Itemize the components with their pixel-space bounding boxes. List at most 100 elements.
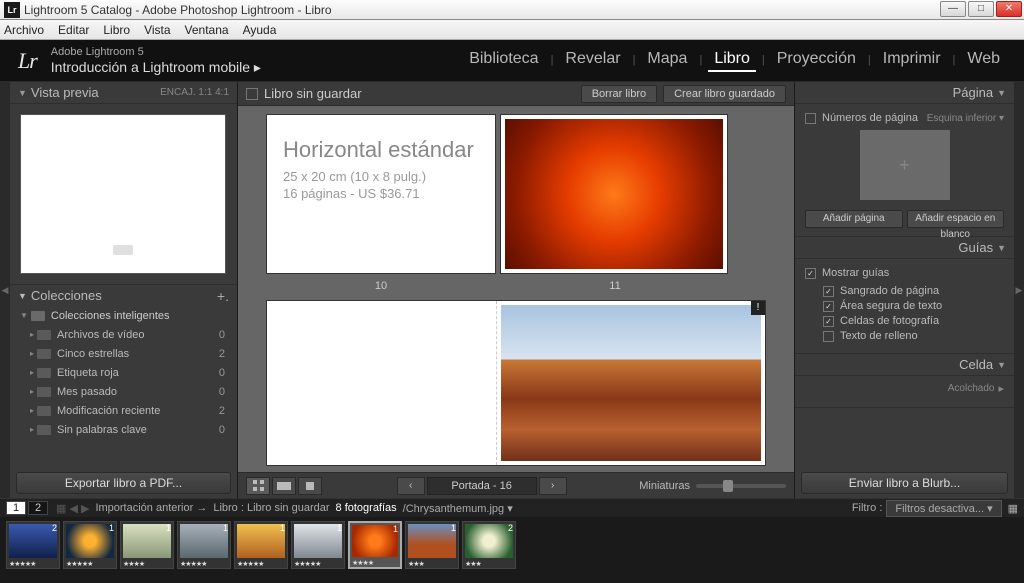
app-subhead: Adobe Lightroom 5 Introducción a Lightro… xyxy=(51,46,261,75)
add-page-button[interactable]: Añadir página xyxy=(805,210,903,228)
disclosure-icon: ▼ xyxy=(997,360,1006,370)
module-proyección[interactable]: Proyección xyxy=(771,50,862,68)
guide-option[interactable]: Área segura de texto xyxy=(823,300,1004,312)
warning-icon[interactable]: ! xyxy=(751,301,765,315)
collection-item[interactable]: ▸Modificación reciente2 xyxy=(16,401,231,420)
left-panel: ▼ Vista previa ENCAJ. 1:1 4:1 ▼ Coleccio… xyxy=(10,82,238,498)
module-mapa[interactable]: Mapa xyxy=(641,50,693,68)
add-blank-button[interactable]: Añadir espacio en blanco xyxy=(907,210,1005,228)
page-panel-header[interactable]: Página ▼ xyxy=(795,82,1014,104)
filmstrip-thumb[interactable]: 1★★★★★ xyxy=(63,521,117,569)
right-edge-collapse[interactable]: ▶ xyxy=(1014,82,1024,498)
collection-item[interactable]: ▸Etiqueta roja0 xyxy=(16,363,231,382)
view-single-button[interactable] xyxy=(298,477,322,495)
filter-switch-icon[interactable]: ▦ xyxy=(1008,502,1018,515)
collection-item[interactable]: ▸Sin palabras clave0 xyxy=(16,420,231,439)
page-number-label: 11 xyxy=(500,280,730,292)
main-area: ◀ ▼ Vista previa ENCAJ. 1:1 4:1 ▼ Colecc… xyxy=(0,82,1024,498)
filmstrip: 1 2 ▦ ◀ ▶ Importación anterior → Libro :… xyxy=(0,498,1024,583)
collection-group[interactable]: ▼Colecciones inteligentes xyxy=(16,306,231,325)
filmstrip-thumbs: 2★★★★★1★★★★★1★★★★1★★★★★1★★★★★1★★★★★1★★★★… xyxy=(0,517,1024,573)
module-imprimir[interactable]: Imprimir xyxy=(877,50,947,68)
guides-panel-header[interactable]: Guías ▼ xyxy=(795,237,1014,259)
collection-item[interactable]: ▸Cinco estrellas2 xyxy=(16,344,231,363)
filmstrip-thumb[interactable]: 1★★★★ xyxy=(120,521,174,569)
filmstrip-thumb[interactable]: 1★★★★ xyxy=(348,521,402,569)
module-web[interactable]: Web xyxy=(961,50,1006,68)
screen-button-1[interactable]: 1 xyxy=(6,501,26,515)
left-edge-collapse[interactable]: ◀ xyxy=(0,82,10,498)
page-spread[interactable]: ! xyxy=(266,300,766,466)
filmstrip-bar: 1 2 ▦ ◀ ▶ Importación anterior → Libro :… xyxy=(0,499,1024,517)
collections-list: ▼Colecciones inteligentes▸Archivos de ví… xyxy=(10,306,237,468)
maximize-button[interactable]: □ xyxy=(968,1,994,17)
desert-image xyxy=(501,305,761,461)
clear-book-button[interactable]: Borrar libro xyxy=(581,85,657,103)
filmstrip-thumb[interactable]: 2★★★★★ xyxy=(6,521,60,569)
guide-option[interactable]: Celdas de fotografía xyxy=(823,315,1004,327)
filmstrip-thumb[interactable]: 1★★★★★ xyxy=(234,521,288,569)
guide-checkbox[interactable] xyxy=(823,316,834,327)
guide-checkbox[interactable] xyxy=(823,301,834,312)
disclosure-icon: ▼ xyxy=(18,88,27,98)
guide-option[interactable]: Texto de relleno xyxy=(823,330,1004,342)
prev-page-button[interactable]: ‹ xyxy=(397,477,425,495)
breadcrumb[interactable]: Libro : Libro sin guardar xyxy=(213,502,329,514)
menu-ventana[interactable]: Ventana xyxy=(185,23,229,37)
screen-button-2[interactable]: 2 xyxy=(28,501,48,515)
app-logo: Lr xyxy=(18,48,37,74)
module-biblioteca[interactable]: Biblioteca xyxy=(463,50,544,68)
menu-archivo[interactable]: Archivo xyxy=(4,23,44,37)
disclosure-icon: ▼ xyxy=(18,291,27,301)
pages-area[interactable]: Horizontal estándar 25 x 20 cm (10 x 8 p… xyxy=(238,106,794,472)
page-range-label[interactable]: Portada - 16 xyxy=(427,477,537,495)
guide-checkbox[interactable] xyxy=(823,286,834,297)
filmstrip-thumb[interactable]: 1★★★★★ xyxy=(291,521,345,569)
padding-select[interactable]: Acolchado xyxy=(948,383,995,394)
page-photo[interactable] xyxy=(500,114,728,274)
send-to-blurb-button[interactable]: Enviar libro a Blurb... xyxy=(801,472,1008,494)
collection-item[interactable]: ▸Archivos de vídeo0 xyxy=(16,325,231,344)
preview-image[interactable] xyxy=(20,114,226,274)
preview-panel-header[interactable]: ▼ Vista previa ENCAJ. 1:1 4:1 xyxy=(10,82,237,104)
menu-ayuda[interactable]: Ayuda xyxy=(243,23,277,37)
cell-panel: Acolchado▸ xyxy=(795,376,1014,408)
guide-option[interactable]: Sangrado de página xyxy=(823,285,1004,297)
menu-editar[interactable]: Editar xyxy=(58,23,89,37)
filmstrip-thumb[interactable]: 2★★★ xyxy=(462,521,516,569)
show-guides-checkbox[interactable] xyxy=(805,268,816,279)
module-picker: Biblioteca|Revelar|Mapa|Libro|Proyección… xyxy=(463,50,1006,72)
add-collection-icon[interactable]: +. xyxy=(217,288,229,304)
page-numbers-checkbox[interactable] xyxy=(805,113,816,124)
collection-item[interactable]: ▸Mes pasado0 xyxy=(16,382,231,401)
current-filename[interactable]: /Chrysanthemum.jpg ▾ xyxy=(403,502,513,515)
module-revelar[interactable]: Revelar xyxy=(559,50,626,68)
view-spread-button[interactable] xyxy=(272,477,296,495)
export-pdf-button[interactable]: Exportar libro a PDF... xyxy=(16,472,231,494)
next-page-button[interactable]: › xyxy=(539,477,567,495)
menu-vista[interactable]: Vista xyxy=(144,23,170,37)
filter-select[interactable]: Filtros desactiva... ▾ xyxy=(886,500,1001,517)
thumbnail-size-slider[interactable] xyxy=(696,484,786,488)
page-template-preview[interactable]: + xyxy=(860,130,950,200)
menu-libro[interactable]: Libro xyxy=(103,23,130,37)
guide-checkbox[interactable] xyxy=(823,331,834,342)
close-button[interactable]: ✕ xyxy=(996,1,1022,17)
filmstrip-thumb[interactable]: 1★★★ xyxy=(405,521,459,569)
spread-left-page[interactable] xyxy=(267,301,497,465)
preview-panel xyxy=(10,104,237,284)
filmstrip-thumb[interactable]: 1★★★★★ xyxy=(177,521,231,569)
module-libro[interactable]: Libro xyxy=(708,50,756,72)
cell-panel-header[interactable]: Celda ▼ xyxy=(795,354,1014,376)
page-cover-info[interactable]: Horizontal estándar 25 x 20 cm (10 x 8 p… xyxy=(266,114,496,274)
breadcrumb[interactable]: Importación anterior → xyxy=(95,502,207,514)
spread-right-page[interactable] xyxy=(497,301,765,465)
save-book-button[interactable]: Crear libro guardado xyxy=(663,85,786,103)
os-menubar: Archivo Editar Libro Vista Ventana Ayuda xyxy=(0,20,1024,40)
view-grid-button[interactable] xyxy=(246,477,270,495)
collections-panel-header[interactable]: ▼ Colecciones +. xyxy=(10,284,237,306)
minimize-button[interactable]: — xyxy=(940,1,966,17)
thumbnails-label: Miniaturas xyxy=(639,480,690,492)
corner-select[interactable]: Esquina inferior ▾ xyxy=(927,113,1004,124)
disclosure-icon: ▼ xyxy=(997,88,1006,98)
